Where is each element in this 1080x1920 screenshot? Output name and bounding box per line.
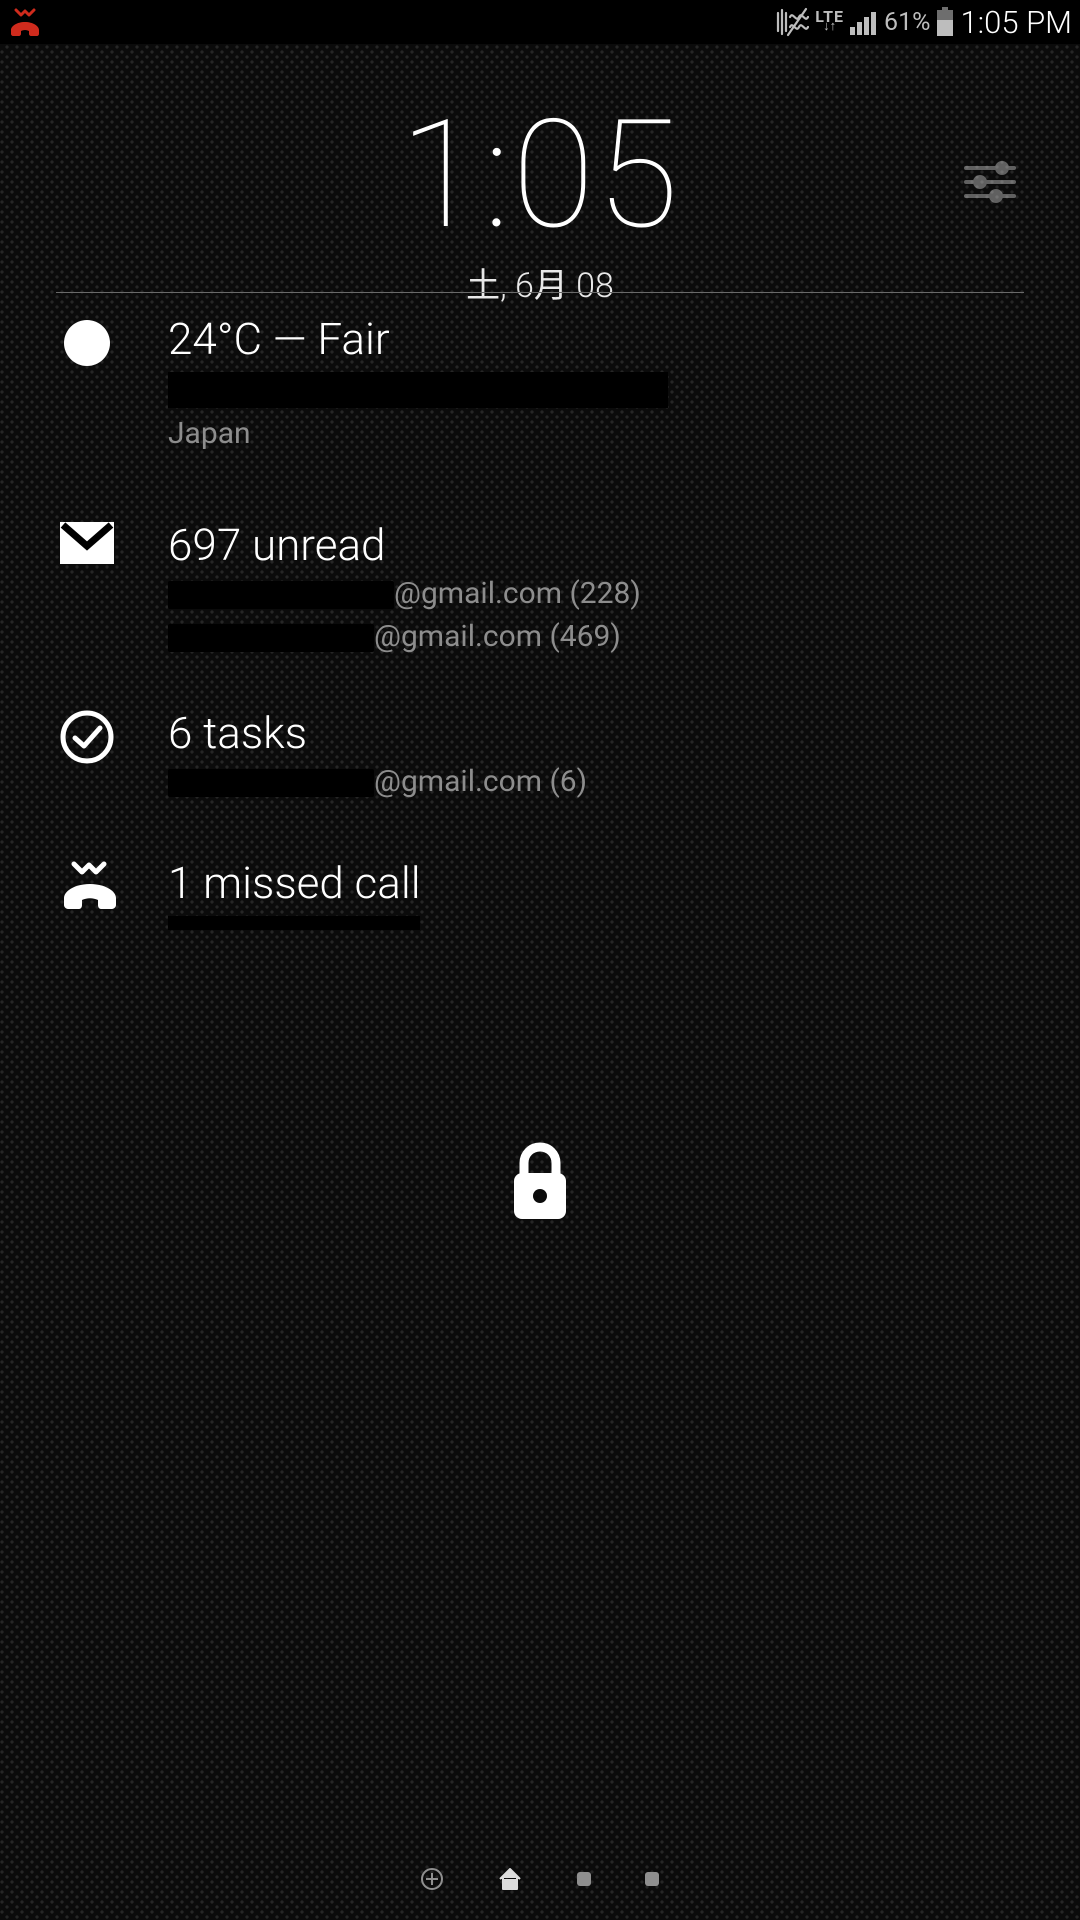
redacted-account-1 bbox=[168, 581, 394, 609]
add-widget-page-icon[interactable] bbox=[421, 1868, 443, 1890]
network-type-label: LTE ↓↑ bbox=[815, 11, 844, 33]
home-page-indicator-icon[interactable] bbox=[497, 1866, 523, 1892]
missed-call-icon bbox=[8, 8, 42, 36]
redacted-location-line bbox=[168, 372, 668, 408]
redacted-tasks-account bbox=[168, 769, 374, 797]
signal-strength-icon bbox=[850, 9, 878, 35]
vibrate-silent-icon bbox=[775, 7, 809, 37]
weather-row[interactable]: 24°C — Fair Japan bbox=[60, 316, 1024, 455]
tasks-account-suffix: @gmail.com (6) bbox=[374, 764, 587, 799]
widget-settings-icon[interactable] bbox=[962, 158, 1018, 206]
gmail-row[interactable]: 697 unread @gmail.com (228) @gmail.com (… bbox=[60, 522, 1024, 657]
battery-percent-label: 61% bbox=[884, 8, 930, 37]
page-dot-2[interactable] bbox=[645, 1872, 659, 1886]
redacted-caller bbox=[168, 916, 420, 930]
gmail-account-1-suffix: @gmail.com (228) bbox=[394, 576, 641, 611]
gmail-icon bbox=[60, 522, 114, 576]
weather-headline: 24°C — Fair bbox=[168, 316, 1024, 362]
tasks-check-icon bbox=[60, 710, 114, 764]
tasks-row[interactable]: 6 tasks @gmail.com (6) bbox=[60, 710, 1024, 803]
missed-call-icon bbox=[60, 860, 114, 914]
lockscreen-clock-widget[interactable]: 1:05 土, 6月 08 bbox=[0, 100, 1080, 307]
gmail-account-2: @gmail.com (469) bbox=[168, 617, 1024, 658]
unlock-handle[interactable] bbox=[504, 1139, 576, 1225]
battery-icon bbox=[936, 7, 954, 37]
tasks-headline: 6 tasks bbox=[168, 710, 1024, 756]
tasks-account: @gmail.com (6) bbox=[168, 762, 1024, 803]
weather-location: Japan bbox=[168, 414, 1024, 455]
gmail-account-1: @gmail.com (228) bbox=[168, 574, 1024, 615]
weather-fair-icon bbox=[64, 320, 110, 366]
redacted-account-2 bbox=[168, 624, 374, 652]
gmail-headline: 697 unread bbox=[168, 522, 1024, 568]
clock-time: 1:05 bbox=[0, 100, 1080, 250]
statusbar-clock: 1:05 PM bbox=[960, 4, 1072, 41]
lockscreen-pager[interactable] bbox=[0, 1866, 1080, 1892]
missed-calls-row[interactable]: 1 missed call bbox=[60, 860, 1024, 930]
separator-line bbox=[56, 292, 1024, 293]
page-dot-1[interactable] bbox=[577, 1872, 591, 1886]
status-bar: LTE ↓↑ 61% 1:05 PM bbox=[0, 0, 1080, 44]
calls-headline: 1 missed call bbox=[168, 860, 1024, 906]
gmail-account-2-suffix: @gmail.com (469) bbox=[374, 619, 621, 654]
clock-date: 土, 6月 08 bbox=[0, 258, 1080, 307]
